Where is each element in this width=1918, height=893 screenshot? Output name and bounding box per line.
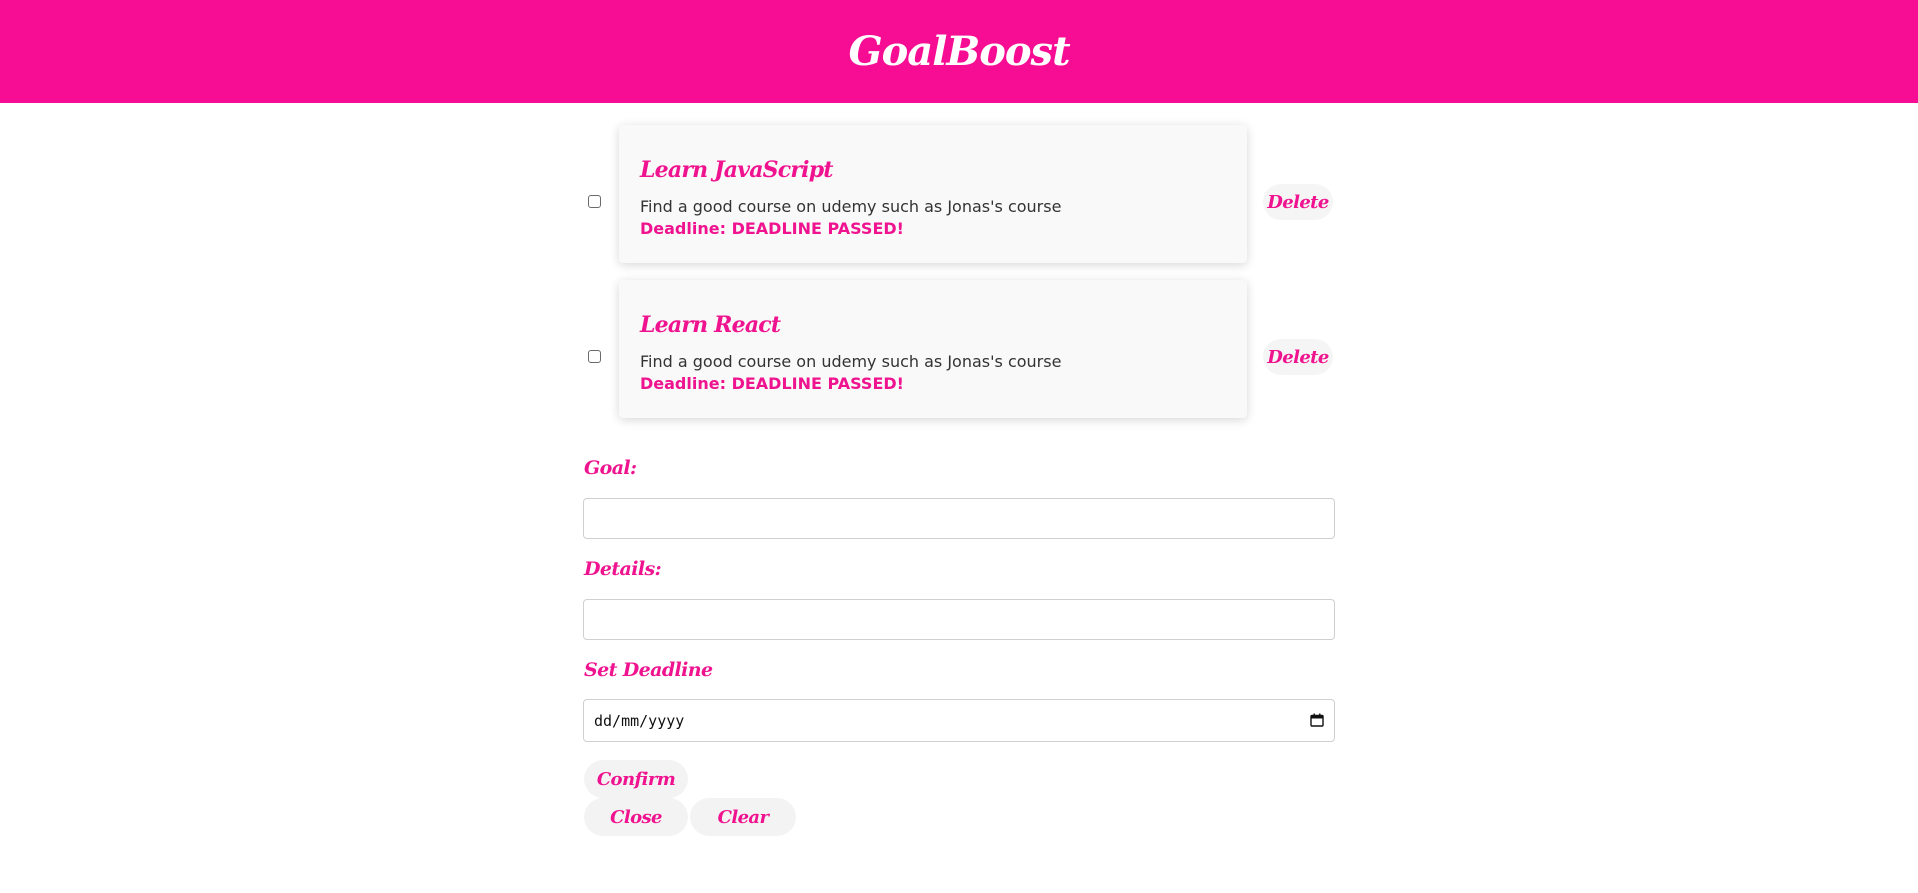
add-goal-form: Goal: Details: Set Deadline dd/mm/yyyy C… [583, 453, 1335, 853]
app-title: GoalBoost [848, 28, 1070, 75]
goal-complete-checkbox[interactable] [588, 195, 601, 208]
goal-input[interactable] [583, 498, 1335, 539]
goal-list: Learn JavaScript Find a good course on u… [583, 121, 1335, 431]
goal-label: Goal: [584, 457, 637, 479]
close-button[interactable]: Close [584, 798, 688, 836]
goal-deadline: Deadline: DEADLINE PASSED! [640, 219, 904, 238]
confirm-button[interactable]: Confirm [584, 760, 688, 798]
details-label: Details: [584, 558, 662, 580]
details-input[interactable] [583, 599, 1335, 640]
goal-complete-checkbox[interactable] [588, 350, 601, 363]
goal-card: Learn React Find a good course on udemy … [619, 280, 1247, 418]
app-header: GoalBoost [0, 0, 1918, 103]
goal-card: Learn JavaScript Find a good course on u… [619, 125, 1247, 263]
clear-button[interactable]: Clear [690, 798, 796, 836]
goal-title: Learn React [640, 312, 781, 338]
goal-deadline: Deadline: DEADLINE PASSED! [640, 374, 904, 393]
deadline-label: Set Deadline [584, 659, 713, 681]
deadline-date-input[interactable]: dd/mm/yyyy [583, 699, 1335, 742]
goal-title: Learn JavaScript [640, 157, 833, 183]
goal-item: Learn React Find a good course on udemy … [583, 276, 1335, 431]
delete-goal-button[interactable]: Delete [1263, 339, 1333, 375]
deadline-date-placeholder: dd/mm/yyyy [594, 711, 685, 730]
main-content: Learn JavaScript Find a good course on u… [583, 103, 1335, 893]
goal-details: Find a good course on udemy such as Jona… [640, 352, 1062, 371]
calendar-icon[interactable] [1310, 713, 1324, 727]
goal-details: Find a good course on udemy such as Jona… [640, 197, 1062, 216]
delete-goal-button[interactable]: Delete [1263, 184, 1333, 220]
goal-item: Learn JavaScript Find a good course on u… [583, 121, 1335, 276]
